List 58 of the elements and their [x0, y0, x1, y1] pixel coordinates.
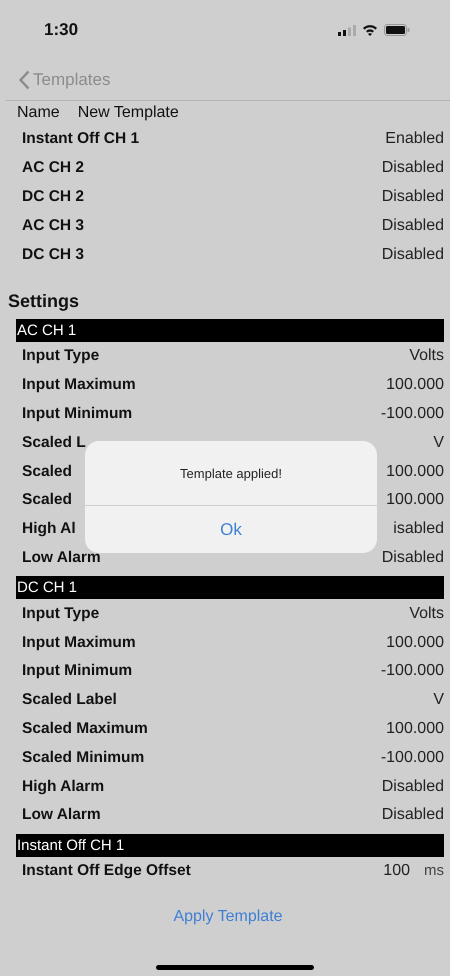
- setting-label: High Al: [22, 520, 76, 538]
- back-chevron-icon: [19, 70, 30, 90]
- channel-label: DC CH 3: [22, 246, 84, 264]
- setting-label: Low Alarm: [22, 806, 101, 824]
- setting-value: 100.000: [386, 634, 444, 652]
- alert-message: Template applied!: [85, 441, 377, 506]
- setting-label: Scaled Minimum: [22, 748, 144, 767]
- channel-status: Disabled: [382, 246, 444, 264]
- setting-value: V: [433, 691, 444, 710]
- setting-value: Volts: [409, 347, 444, 366]
- setting-value: 100.000: [386, 376, 444, 394]
- setting-value: -100.000: [380, 662, 444, 680]
- setting-label: Input Type: [22, 347, 100, 366]
- setting-label: Scaled: [22, 491, 72, 510]
- channel-label: Instant Off CH 1: [22, 130, 140, 148]
- section-header: AC CH 1: [16, 318, 444, 342]
- settings-title: Settings: [8, 290, 80, 314]
- apply-template-button[interactable]: Apply Template: [167, 904, 289, 930]
- battery-icon: [384, 24, 410, 36]
- signal-icon: [338, 24, 356, 36]
- channel-label: AC CH 3: [22, 216, 84, 235]
- setting-label: Input Minimum: [22, 662, 132, 680]
- channel-label: DC CH 2: [22, 188, 84, 206]
- channel-status: Disabled: [382, 159, 444, 178]
- setting-label: Input Maximum: [22, 634, 136, 652]
- setting-value: Disabled: [382, 806, 444, 824]
- setting-label: Input Type: [22, 604, 100, 623]
- setting-label: Scaled: [22, 462, 72, 481]
- wifi-icon: [362, 24, 378, 36]
- setting-label: Scaled Label: [22, 691, 117, 710]
- setting-label: Input Minimum: [22, 404, 132, 423]
- setting-value: Disabled: [382, 548, 444, 567]
- section-header: Instant Off CH 1: [16, 834, 444, 857]
- setting-value: isabled: [393, 520, 444, 538]
- section-header: DC CH 1: [16, 576, 444, 600]
- setting-value: 100: [383, 862, 410, 880]
- setting-value: 100.000: [386, 720, 444, 738]
- setting-value: V: [433, 434, 444, 452]
- setting-label: Instant Off Edge Offset: [22, 862, 191, 880]
- channel-label: AC CH 2: [22, 159, 84, 178]
- name-label: Name: [17, 104, 60, 122]
- setting-value: Volts: [409, 604, 444, 623]
- setting-label: Input Maximum: [22, 376, 136, 394]
- status-time: 1:30: [44, 20, 78, 40]
- setting-value: -100.000: [380, 404, 444, 423]
- setting-label: High Alarm: [22, 778, 104, 796]
- channel-status: Disabled: [382, 188, 444, 206]
- setting-value: -100.000: [380, 748, 444, 767]
- channel-status: Enabled: [385, 130, 444, 148]
- back-link[interactable]: Templates: [19, 70, 110, 90]
- setting-value: 100.000: [386, 462, 444, 481]
- channel-status: Disabled: [382, 216, 444, 235]
- setting-value: Disabled: [382, 778, 444, 796]
- setting-label: Scaled L: [22, 434, 86, 452]
- unit-label: ms: [424, 862, 444, 880]
- setting-value: 100.000: [386, 491, 444, 510]
- setting-label: Scaled Maximum: [22, 720, 148, 738]
- template-name: New Template: [78, 104, 179, 122]
